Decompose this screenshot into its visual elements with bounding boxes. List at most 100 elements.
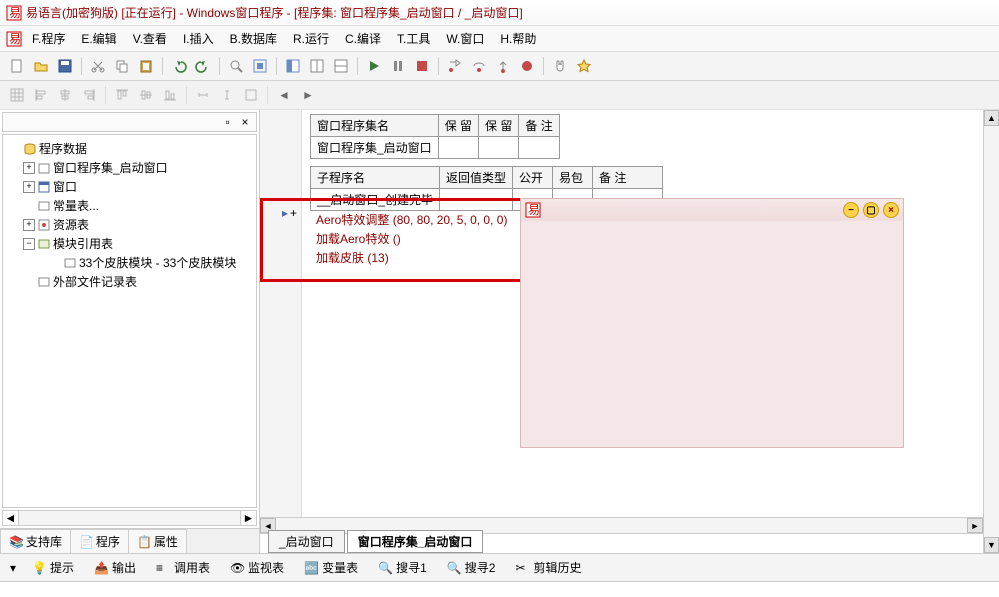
panel-close-icon[interactable]: × xyxy=(238,115,252,129)
expand-icon[interactable]: + xyxy=(23,181,35,193)
tree-wset[interactable]: 窗口程序集_启动窗口 xyxy=(53,159,168,176)
align-left-icon[interactable] xyxy=(30,84,52,106)
align-center-icon[interactable] xyxy=(54,84,76,106)
collapse-icon[interactable]: − xyxy=(23,238,35,250)
hand-button[interactable] xyxy=(549,55,571,77)
tree-extfile[interactable]: 外部文件记录表 xyxy=(53,273,137,290)
vscroll-down-icon[interactable]: ▼ xyxy=(984,537,999,553)
tab-props[interactable]: 📋属性 xyxy=(128,529,187,553)
arrow-right-icon[interactable]: ► xyxy=(297,84,319,106)
menu-edit[interactable]: E.编辑 xyxy=(75,28,122,49)
arrow-left-icon[interactable]: ◄ xyxy=(273,84,295,106)
tab-program[interactable]: 📄程序 xyxy=(70,529,129,553)
expand-icon[interactable]: + xyxy=(23,162,35,174)
menu-run[interactable]: R.运行 xyxy=(287,28,335,49)
maximize-button[interactable]: ▢ xyxy=(863,202,879,218)
bottom-dropdown-icon[interactable]: ▾ xyxy=(6,561,20,575)
vscroll-track[interactable] xyxy=(984,126,999,537)
bookmark-button[interactable] xyxy=(249,55,271,77)
menu-tools[interactable]: T.工具 xyxy=(391,28,436,49)
save-button[interactable] xyxy=(54,55,76,77)
tab-support[interactable]: 📚支持库 xyxy=(0,529,71,553)
align-middle-icon[interactable] xyxy=(135,84,157,106)
menu-compile[interactable]: C.编译 xyxy=(339,28,387,49)
stepinto-button[interactable] xyxy=(444,55,466,77)
plus-icon[interactable]: + xyxy=(290,206,297,220)
align-bottom-icon[interactable] xyxy=(159,84,181,106)
hscroll-track[interactable] xyxy=(19,511,240,525)
undo-button[interactable] xyxy=(168,55,190,77)
bottom-tab-vartable[interactable]: 🔤变量表 xyxy=(296,557,366,578)
run-button[interactable] xyxy=(363,55,385,77)
align-top-icon[interactable] xyxy=(111,84,133,106)
align-right-icon[interactable] xyxy=(78,84,100,106)
hscroll-right-icon[interactable]: ► xyxy=(240,511,256,525)
same-height-icon[interactable] xyxy=(216,84,238,106)
paste-button[interactable] xyxy=(135,55,157,77)
bottom-tab-clip[interactable]: ✂剪辑历史 xyxy=(507,557,589,578)
stop-button[interactable] xyxy=(411,55,433,77)
tree-modref[interactable]: 模块引用表 xyxy=(53,235,113,252)
tree-window[interactable]: 窗口 xyxy=(53,178,77,195)
bottom-tab-output[interactable]: 📤输出 xyxy=(86,557,144,578)
tree-root[interactable]: 程序数据 xyxy=(39,140,87,157)
expand-icon[interactable]: + xyxy=(23,219,35,231)
design-grid-icon[interactable] xyxy=(6,84,28,106)
editor-tab-procset[interactable]: 窗口程序集_启动窗口 xyxy=(347,530,484,553)
menu-insert[interactable]: I.插入 xyxy=(177,28,220,49)
separator xyxy=(267,86,268,104)
open-button[interactable] xyxy=(30,55,52,77)
editor-vscroll[interactable]: ▲ ▼ xyxy=(983,110,999,553)
close-button[interactable]: × xyxy=(883,202,899,218)
hscroll-right-icon[interactable]: ► xyxy=(967,518,983,533)
menu-window[interactable]: W.窗口 xyxy=(440,28,490,49)
bottom-tab-hint[interactable]: 💡提示 xyxy=(24,557,82,578)
pause-button[interactable] xyxy=(387,55,409,77)
same-width-icon[interactable] xyxy=(192,84,214,106)
tree-const[interactable]: 常量表... xyxy=(53,197,99,214)
layout2-button[interactable] xyxy=(306,55,328,77)
redo-button[interactable] xyxy=(192,55,214,77)
star-button[interactable] xyxy=(573,55,595,77)
menu-view[interactable]: V.查看 xyxy=(127,28,173,49)
stepover-button[interactable] xyxy=(468,55,490,77)
grid1-h3: 保 留 xyxy=(479,115,519,137)
layout3-button[interactable] xyxy=(330,55,352,77)
stepout-button[interactable] xyxy=(492,55,514,77)
panel-pin-icon[interactable]: ▫ xyxy=(221,115,235,129)
bottom-tab-watch[interactable]: 👁监视表 xyxy=(222,557,292,578)
menu-database[interactable]: B.数据库 xyxy=(224,28,283,49)
grid1-r1[interactable]: 窗口程序集_启动窗口 xyxy=(311,137,439,159)
bottom-tab-calltable[interactable]: ≡调用表 xyxy=(148,557,218,578)
editor-tab-window[interactable]: _启动窗口 xyxy=(268,530,345,553)
menubar: 易 F.程序 E.编辑 V.查看 I.插入 B.数据库 R.运行 C.编译 T.… xyxy=(0,26,999,52)
code-block[interactable]: Aero特效调整 (80, 80, 20, 5, 0, 0, 0) 加载Aero… xyxy=(316,210,507,267)
layout1-button[interactable] xyxy=(282,55,304,77)
gutter-markers: ▸ + xyxy=(282,206,297,220)
runtime-window[interactable]: 易 − ▢ × xyxy=(520,198,904,448)
fold-arrow-icon[interactable]: ▸ xyxy=(282,206,288,220)
code-line-3[interactable]: 加载皮肤 (13) xyxy=(316,248,507,267)
grid2-r1[interactable]: __启动窗口_创建完毕 xyxy=(311,189,440,211)
tree-skin[interactable]: 33个皮肤模块 - 33个皮肤模块 xyxy=(79,254,236,271)
code-line-2[interactable]: 加载Aero特效 () xyxy=(316,229,507,248)
tree-res[interactable]: 资源表 xyxy=(53,216,89,233)
vscroll-up-icon[interactable]: ▲ xyxy=(984,110,999,126)
code-line-1[interactable]: Aero特效调整 (80, 80, 20, 5, 0, 0, 0) xyxy=(316,210,507,229)
find-button[interactable] xyxy=(225,55,247,77)
same-size-icon[interactable] xyxy=(240,84,262,106)
breakpoint-button[interactable] xyxy=(516,55,538,77)
copy-button[interactable] xyxy=(111,55,133,77)
new-button[interactable] xyxy=(6,55,28,77)
runtime-titlebar[interactable]: 易 − ▢ × xyxy=(521,199,903,221)
bottom-tab-search2[interactable]: 🔍搜寻2 xyxy=(439,557,504,578)
project-tree[interactable]: 程序数据 +窗口程序集_启动窗口 +窗口 常量表... +资源表 −模块引用表 … xyxy=(2,134,257,508)
separator xyxy=(438,57,439,75)
hscroll-left-icon[interactable]: ◄ xyxy=(3,511,19,525)
bottom-tab-search1[interactable]: 🔍搜寻1 xyxy=(370,557,435,578)
procset-grid[interactable]: 窗口程序集名保 留保 留备 注 窗口程序集_启动窗口 xyxy=(310,114,560,159)
cut-button[interactable] xyxy=(87,55,109,77)
minimize-button[interactable]: − xyxy=(843,202,859,218)
menu-help[interactable]: H.帮助 xyxy=(494,28,542,49)
menu-program[interactable]: F.程序 xyxy=(26,28,71,49)
